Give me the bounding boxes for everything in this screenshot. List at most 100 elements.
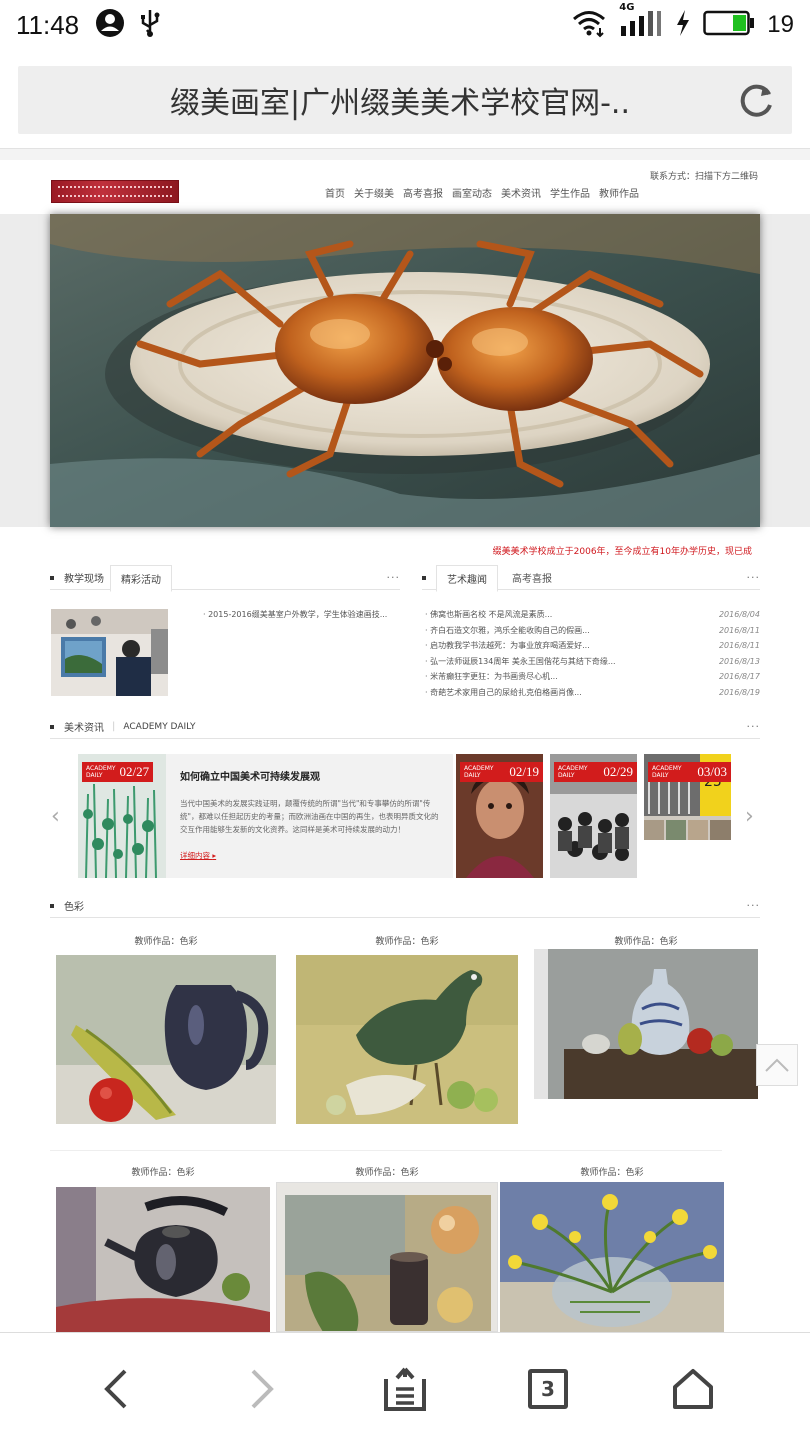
featured-article[interactable]: 如何确立中国美术可持续发展观 当代中国美术的发展实践证明，颠覆传统的所谓"当代"… xyxy=(166,754,453,878)
section-separator: | xyxy=(112,721,116,732)
section-color-header: 色彩 ··· xyxy=(50,894,760,918)
section-art-trivia-header: 艺术趣闻 高考喜报 ··· xyxy=(422,564,761,592)
news-thumbnail[interactable]: ACADEMY DAILY 02/19 xyxy=(456,754,543,878)
artwork-thumbnail[interactable] xyxy=(56,1187,270,1332)
section-divider xyxy=(50,1150,722,1151)
home-button[interactable] xyxy=(663,1359,723,1419)
section-subtitle: ACADEMY DAILY xyxy=(123,721,196,732)
more-button[interactable]: ··· xyxy=(747,720,761,733)
charging-icon xyxy=(675,9,691,41)
main-nav: 首页 关于缀美 高考喜报 画室动态 美术资讯 学生作品 教师作品 xyxy=(325,185,639,200)
artwork-caption[interactable]: 教师作品：色彩 xyxy=(276,1165,498,1178)
more-button[interactable]: ··· xyxy=(387,571,401,584)
section-title[interactable]: 美术资讯 xyxy=(64,719,104,734)
badge-label: ACADEMY DAILY xyxy=(558,765,588,779)
back-button[interactable] xyxy=(86,1359,146,1419)
list-item[interactable]: · 齐白石造文尔雅，鸿乐全能收购自己的假画... 2016/8/11 xyxy=(425,623,760,639)
bullet-icon xyxy=(50,903,54,908)
badge-label: ACADEMY DAILY xyxy=(464,765,494,779)
date-badge: ACADEMY DAILY 02/19 xyxy=(460,762,543,782)
chevron-left-icon xyxy=(104,1369,127,1409)
tab-exam-news[interactable]: 高考喜报 xyxy=(512,570,552,585)
list-item[interactable]: · 启功教我学书法越死：为事业放弃喝酒爱好... 2016/8/11 xyxy=(425,638,760,654)
featured-read-more[interactable]: 详细内容 ▸ xyxy=(180,850,439,861)
tab-activities[interactable]: 精彩活动 xyxy=(110,564,172,592)
artwork-thumbnail[interactable] xyxy=(276,1182,498,1332)
section-teaching-header: 教学现场 精彩活动 ··· xyxy=(50,564,401,592)
nav-item-student-works[interactable]: 学生作品 xyxy=(550,185,590,200)
artwork-thumbnail[interactable] xyxy=(56,955,276,1124)
art-trivia-list: · 佛窝也斯画名校 不是风流是素质... 2016/8/04 · 齐白石造文尔雅，… xyxy=(425,607,760,700)
scrolling-announcement: 缀美美术学校成立于2006年，至今成立有10年办学历史，现已成 xyxy=(492,547,752,557)
battery-level: 19 xyxy=(767,11,794,38)
date-badge: ACADEMY DAILY 02/29 xyxy=(554,762,637,782)
more-button[interactable]: ··· xyxy=(747,899,761,912)
news-thumbnail[interactable]: 25 ACADEMY DAILY 03/03 xyxy=(644,754,731,840)
date-badge: ACADEMY DAILY 03/03 xyxy=(648,762,731,782)
usb-icon xyxy=(139,8,161,42)
news-date: 2016/8/19 xyxy=(718,687,760,697)
chevron-up-icon xyxy=(765,1058,789,1072)
tab-art-trivia[interactable]: 艺术趣闻 xyxy=(436,564,498,592)
list-item[interactable]: · 米芾癫狂字更狂：为书画贵尽心机... 2016/8/17 xyxy=(425,669,760,685)
nav-item-studio-news[interactable]: 画室动态 xyxy=(452,185,492,200)
nav-item-art-news[interactable]: 美术资讯 xyxy=(501,185,541,200)
artwork-thumbnail[interactable] xyxy=(296,955,518,1124)
hero-painting[interactable] xyxy=(50,214,760,527)
news-date: 2016/8/11 xyxy=(718,641,760,651)
nav-item-home[interactable]: 首页 xyxy=(325,185,345,200)
badge-date: 02/19 xyxy=(509,764,539,779)
badge-date: 02/27 xyxy=(119,764,150,779)
news-title[interactable]: · 齐白石造文尔雅，鸿乐全能收购自己的假画... xyxy=(425,625,716,636)
bullet-icon xyxy=(422,575,426,580)
page-title[interactable]: 缀美画室|广州缀美美术学校官网-.. xyxy=(18,78,722,122)
badge-date: 02/29 xyxy=(603,764,633,779)
site-logo[interactable] xyxy=(51,180,179,203)
bullet-icon xyxy=(50,575,54,580)
forward-button[interactable] xyxy=(232,1359,292,1419)
browser-toolbar: 3 xyxy=(0,1332,810,1440)
news-title[interactable]: · 佛窝也斯画名校 不是风流是素质... xyxy=(425,609,716,620)
more-button[interactable]: ··· xyxy=(747,571,761,584)
artwork-caption[interactable]: 教师作品：色彩 xyxy=(296,934,518,947)
artwork-caption[interactable]: 教师作品：色彩 xyxy=(500,1165,724,1178)
home-icon xyxy=(673,1369,713,1409)
news-title[interactable]: · 弘一法师诞辰134周年 美永王国偕花与其结下奇缘... xyxy=(425,656,716,667)
news-thumbnail[interactable]: ACADEMY DAILY 02/29 xyxy=(550,754,637,878)
list-item[interactable]: · 佛窝也斯画名校 不是风流是素质... 2016/8/04 xyxy=(425,607,760,623)
nav-item-teacher-works[interactable]: 教师作品 xyxy=(599,185,639,200)
featured-title[interactable]: 如何确立中国美术可持续发展观 xyxy=(180,768,439,783)
news-title[interactable]: · 米芾癫狂字更狂：为书画贵尽心机... xyxy=(425,671,716,682)
list-item[interactable]: · 弘一法师诞辰134周年 美永王国偕花与其结下奇缘... 2016/8/13 xyxy=(425,654,760,670)
artwork-caption[interactable]: 教师作品：色彩 xyxy=(56,1165,270,1178)
back-to-top-button[interactable] xyxy=(756,1044,798,1086)
badge-label: ACADEMY DAILY xyxy=(86,765,116,779)
tab-teaching[interactable]: 教学现场 xyxy=(64,570,104,585)
carousel-prev-icon[interactable]: ‹ xyxy=(51,804,60,829)
artwork-thumbnail[interactable] xyxy=(500,1182,724,1332)
teaching-caption[interactable]: · 2015-2016缀美基室户外教学，学生体验速画技... xyxy=(203,609,387,620)
artwork-caption[interactable]: 教师作品：色彩 xyxy=(56,934,276,947)
contact-info: 联系方式：扫描下方二维码 xyxy=(649,172,758,182)
date-badge: ACADEMY DAILY 02/27 xyxy=(82,762,154,782)
news-title[interactable]: · 奇葩艺术家用自己的尿给扎克伯格画肖像... xyxy=(425,687,716,698)
hero-banner xyxy=(0,214,810,527)
tabs-button[interactable]: 3 xyxy=(518,1359,578,1419)
artwork-caption[interactable]: 教师作品：色彩 xyxy=(534,934,758,947)
reload-button[interactable] xyxy=(722,80,792,120)
bullet-icon xyxy=(50,724,54,729)
network-type: 4G xyxy=(619,2,635,13)
carousel-next-icon[interactable]: › xyxy=(745,804,754,829)
address-bar[interactable]: 缀美画室|广州缀美美术学校官网-.. xyxy=(18,66,792,134)
share-button[interactable] xyxy=(375,1359,435,1419)
news-title[interactable]: · 启功教我学书法越死：为事业放弃喝酒爱好... xyxy=(425,640,716,651)
nav-item-exam-news[interactable]: 高考喜报 xyxy=(403,185,443,200)
list-item[interactable]: · 奇葩艺术家用自己的尿给扎克伯格画肖像... 2016/8/19 xyxy=(425,685,760,701)
read-more-label[interactable]: 详细内容 xyxy=(180,851,210,860)
teaching-photo[interactable] xyxy=(51,609,168,696)
wifi-icon xyxy=(571,8,607,42)
artwork-thumbnail[interactable] xyxy=(534,949,758,1099)
cell-signal-icon: 4G xyxy=(619,2,663,42)
nav-item-about[interactable]: 关于缀美 xyxy=(354,185,394,200)
section-title[interactable]: 色彩 xyxy=(64,898,84,913)
